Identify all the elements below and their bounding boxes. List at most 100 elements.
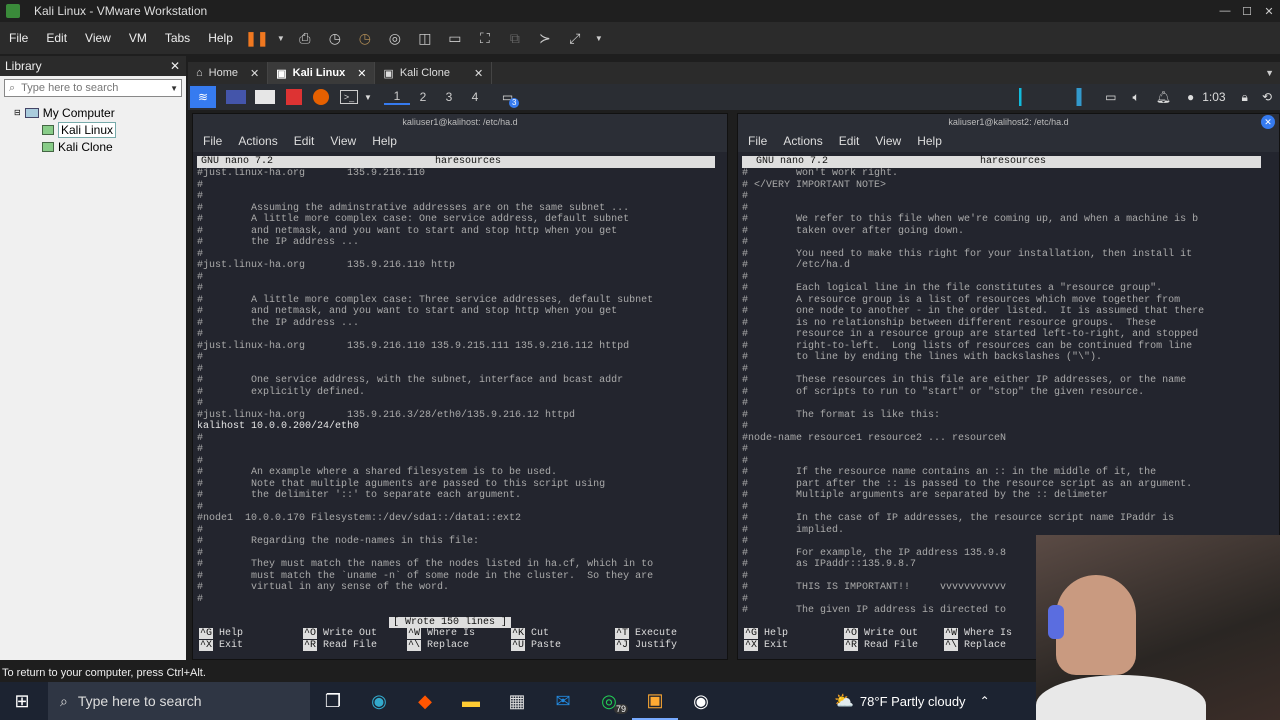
nano-shortcut[interactable]: ^R Read File: [844, 639, 944, 652]
chevron-down-icon[interactable]: ▼: [594, 28, 604, 48]
close-icon[interactable]: ✕: [474, 67, 483, 80]
nano-shortcut[interactable]: ^G Help: [744, 628, 844, 640]
menu-edit[interactable]: Edit: [37, 31, 76, 45]
chevron-down-icon[interactable]: ▼: [170, 84, 178, 93]
display-icon[interactable]: ▭: [1105, 90, 1116, 104]
menu-tabs[interactable]: Tabs: [156, 31, 199, 45]
close-icon[interactable]: ✕: [1261, 115, 1275, 129]
nano-shortcut[interactable]: ^J Justify: [615, 639, 719, 652]
vmware-taskbar-icon[interactable]: ▣: [632, 682, 678, 720]
tab-kali-linux[interactable]: ▣ Kali Linux ✕: [268, 62, 376, 84]
nano-shortcut[interactable]: ^U Paste: [511, 639, 615, 652]
term-menu-view[interactable]: View: [322, 134, 364, 148]
shortcut-label: Read File: [317, 639, 378, 651]
tree-node-kali-linux[interactable]: Kali Linux: [14, 121, 186, 138]
collapse-icon[interactable]: ⊟: [14, 108, 21, 117]
windows-start-icon[interactable]: ⊞: [0, 682, 44, 720]
tree-node-kali-clone[interactable]: Kali Clone: [14, 138, 186, 155]
file-manager-icon[interactable]: [255, 90, 275, 104]
chevron-down-icon[interactable]: ▼: [1265, 68, 1274, 78]
snapshot-manager-icon[interactable]: ◎: [384, 28, 406, 48]
nano-shortcut[interactable]: ^\ Replace: [944, 639, 1044, 652]
shortcut-key: ^X: [744, 639, 759, 651]
nano-shortcut[interactable]: ^R Read File: [303, 639, 407, 652]
file-explorer-icon[interactable]: ▬: [448, 682, 494, 720]
console-view-icon[interactable]: ≻: [534, 28, 556, 48]
close-icon[interactable]: ✕: [1258, 5, 1280, 18]
workspace-1[interactable]: 1: [383, 89, 410, 105]
revert-snapshot-icon[interactable]: ◷: [354, 28, 376, 48]
send-ctrl-alt-del-icon[interactable]: ⎙: [294, 28, 316, 48]
tab-kali-clone[interactable]: ▣ Kali Clone ✕: [375, 62, 493, 84]
weather-text[interactable]: 78°F Partly cloudy: [860, 694, 966, 709]
term-menu-file[interactable]: File: [195, 134, 230, 148]
nano-shortcut[interactable]: ^X Exit: [744, 639, 844, 652]
menu-view[interactable]: View: [76, 31, 120, 45]
lock-icon[interactable]: 🔒︎: [1242, 90, 1248, 105]
brave-icon[interactable]: ◆: [402, 682, 448, 720]
nano-shortcut[interactable]: ^T Execute: [615, 628, 719, 640]
firefox-icon[interactable]: [313, 89, 329, 105]
menu-help[interactable]: Help: [199, 31, 242, 45]
edge-icon[interactable]: ◉: [356, 682, 402, 720]
nano-shortcut[interactable]: ^O Write Out: [844, 628, 944, 640]
terminal-icon[interactable]: >_: [340, 90, 358, 104]
chevron-up-icon[interactable]: ⌃: [980, 694, 990, 708]
logout-icon[interactable]: ⟲: [1262, 90, 1272, 104]
volume-icon[interactable]: 🔈︎: [1133, 90, 1140, 105]
nano-shortcut[interactable]: ^W Where Is: [407, 628, 511, 640]
chevron-down-icon[interactable]: ▼: [364, 93, 372, 102]
unity-icon[interactable]: ⧉: [504, 28, 526, 48]
chevron-down-icon[interactable]: ▼: [276, 28, 286, 48]
stretch-guest-icon[interactable]: ⤢: [564, 28, 586, 48]
sidebar-toggle-icon[interactable]: ◫: [414, 28, 436, 48]
outlook-icon[interactable]: ✉: [540, 682, 586, 720]
obs-icon[interactable]: ◉: [678, 682, 724, 720]
tree-node-my-computer[interactable]: ⊟ My Computer: [14, 104, 186, 121]
nano-shortcut[interactable]: ^K Cut: [511, 628, 615, 640]
nano-shortcut[interactable]: ^\ Replace: [407, 639, 511, 652]
store-icon[interactable]: ▦: [494, 682, 540, 720]
nano-shortcut[interactable]: ^X Exit: [199, 639, 303, 652]
editor-line: #: [197, 363, 204, 375]
nano-shortcut[interactable]: ^W Where Is: [944, 628, 1044, 640]
library-search-input[interactable]: ⌕ Type here to search ▼: [4, 79, 182, 97]
workspace-3[interactable]: 3: [436, 90, 462, 104]
minimize-icon[interactable]: —: [1214, 5, 1236, 18]
kali-menu-icon[interactable]: ≋: [190, 86, 216, 108]
terminal-window-icon[interactable]: ▭ 3: [502, 90, 520, 108]
workspace-4[interactable]: 4: [462, 90, 488, 104]
snapshot-icon[interactable]: ◷: [324, 28, 346, 48]
text-editor-icon[interactable]: [286, 89, 302, 105]
whatsapp-icon[interactable]: ◎ 79: [586, 682, 632, 720]
show-desktop-icon[interactable]: [226, 90, 246, 104]
power-manager-icon[interactable]: ●: [1187, 90, 1194, 104]
term-menu-help[interactable]: Help: [364, 134, 405, 148]
close-icon[interactable]: ✕: [357, 67, 366, 80]
term-menu-view[interactable]: View: [867, 134, 909, 148]
thumbnail-bar-icon[interactable]: ▭: [444, 28, 466, 48]
menu-vm[interactable]: VM: [120, 31, 156, 45]
taskbar-search-input[interactable]: ⌕ Type here to search: [48, 682, 310, 720]
close-icon[interactable]: ✕: [170, 59, 180, 73]
menu-file[interactable]: File: [0, 31, 37, 45]
notification-bell-icon[interactable]: 🔔︎: [1156, 90, 1171, 104]
term-menu-edit[interactable]: Edit: [831, 134, 868, 148]
term-menu-file[interactable]: File: [740, 134, 775, 148]
term-menu-edit[interactable]: Edit: [286, 134, 323, 148]
term-menu-actions[interactable]: Actions: [775, 134, 830, 148]
tab-home[interactable]: ⌂ Home ✕: [188, 62, 269, 84]
pause-icon[interactable]: ❚❚: [245, 28, 268, 48]
close-icon[interactable]: ✕: [250, 67, 259, 80]
fullscreen-icon[interactable]: ⛶: [474, 28, 496, 48]
term-menu-actions[interactable]: Actions: [230, 134, 285, 148]
editor-line: # and netmask, and you want to start and…: [197, 306, 618, 317]
editor-line: #: [197, 398, 204, 409]
workspace-2[interactable]: 2: [410, 90, 436, 104]
nano-shortcut[interactable]: ^O Write Out: [303, 628, 407, 640]
editor-content[interactable]: #just.linux-ha.org 135.9.216.110 # # # Assu…: [197, 168, 727, 616]
nano-shortcut[interactable]: ^G Help: [199, 628, 303, 640]
maximize-icon[interactable]: ☐: [1236, 5, 1258, 18]
term-menu-help[interactable]: Help: [909, 134, 950, 148]
task-view-icon[interactable]: ❐: [310, 682, 356, 720]
